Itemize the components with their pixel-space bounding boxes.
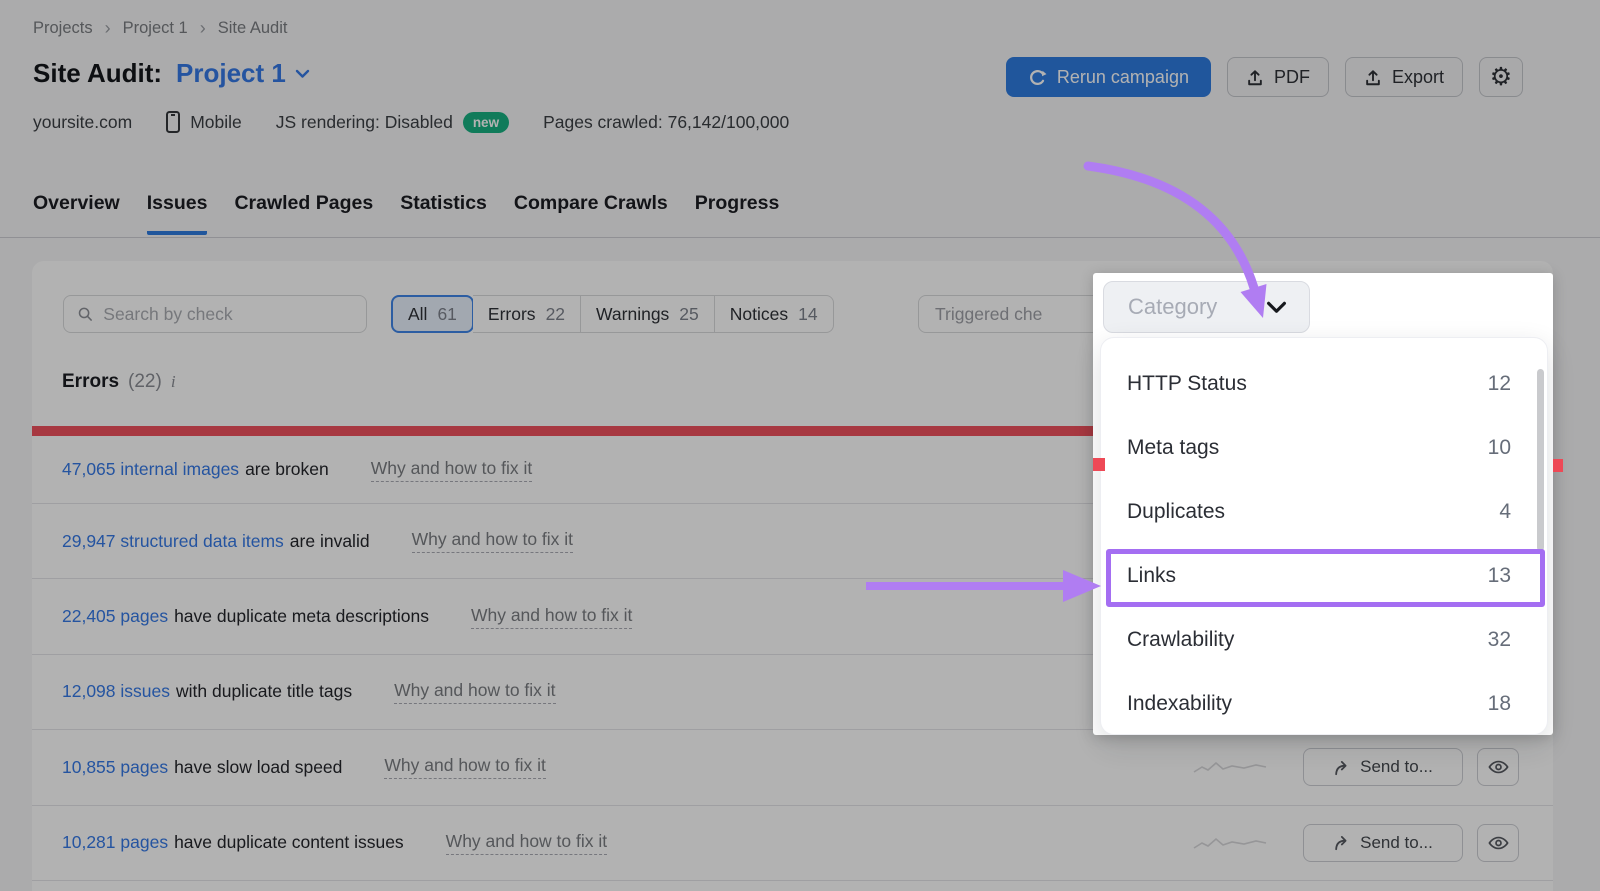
filter-warnings[interactable]: Warnings 25 <box>581 295 715 333</box>
tab-overview[interactable]: Overview <box>33 192 120 235</box>
trend-sparkline-icon <box>1193 837 1267 849</box>
why-how-to-fix-link[interactable]: Why and how to fix it <box>411 529 574 554</box>
tabs-divider <box>0 237 1600 238</box>
severity-filter: All 61 Errors 22 Warnings 25 Notices 14 <box>391 295 834 333</box>
issue-text: are invalid <box>289 530 370 551</box>
filter-notices[interactable]: Notices 14 <box>714 295 834 333</box>
issue-text: with duplicate title tags <box>176 681 353 702</box>
page-title-row: Site Audit: Project 1 <box>33 58 310 89</box>
pdf-button[interactable]: PDF <box>1226 57 1329 97</box>
banner-red-accent <box>1553 459 1563 472</box>
issue-text: have slow load speed <box>174 756 343 777</box>
export-button[interactable]: Export <box>1344 57 1463 97</box>
filter-all[interactable]: All 61 <box>391 295 474 333</box>
upload-icon <box>1366 69 1380 85</box>
issue-link[interactable]: 29,947 structured data items <box>62 531 284 552</box>
issue-text: have duplicate content issues <box>174 832 404 853</box>
eye-icon <box>1487 761 1509 774</box>
errors-title: Errors <box>62 371 120 392</box>
issue-row: 10,855 pages have slow load speed Why an… <box>32 730 1553 806</box>
send-arrow-icon <box>1335 760 1347 776</box>
rerun-campaign-button[interactable]: Rerun campaign <box>1005 57 1211 97</box>
category-spotlight: Category HTTP Status 12 Meta tags 10 Dup… <box>1093 273 1553 735</box>
issue-link[interactable]: 22,405 pages <box>62 606 168 627</box>
site-domain: yoursite.com <box>33 111 133 132</box>
filter-errors[interactable]: Errors 22 <box>472 295 582 333</box>
issue-link[interactable]: 10,855 pages <box>62 757 168 778</box>
send-arrow-icon <box>1335 836 1347 851</box>
errors-count: (22) <box>128 371 162 392</box>
breadcrumb: Projects › Project 1 › Site Audit <box>33 18 287 39</box>
info-icon[interactable]: i <box>171 372 176 392</box>
mobile-phone-icon <box>166 111 181 133</box>
issue-link[interactable]: 10,281 pages <box>62 832 168 853</box>
hide-issue-button[interactable] <box>1477 823 1519 862</box>
issue-link[interactable]: 12,098 issues <box>62 681 170 702</box>
breadcrumb-separator-icon: › <box>104 18 111 38</box>
pages-crawled: Pages crawled: 76,142/100,000 <box>543 111 790 132</box>
page-title: Site Audit: <box>33 58 163 88</box>
why-how-to-fix-link[interactable]: Why and how to fix it <box>370 458 533 482</box>
audit-tabs: Overview Issues Crawled Pages Statistics… <box>33 192 779 235</box>
why-how-to-fix-link[interactable]: Why and how to fix it <box>445 831 608 855</box>
trend-sparkline-icon <box>1193 762 1267 774</box>
send-to-button[interactable]: Send to... <box>1303 748 1463 787</box>
gear-icon: ⚙ <box>1489 63 1513 91</box>
triggered-checks-filter[interactable]: Triggered che <box>918 295 1108 333</box>
issue-text: have duplicate meta descriptions <box>174 606 429 627</box>
refresh-icon <box>1029 69 1047 85</box>
tab-progress[interactable]: Progress <box>695 192 780 235</box>
errors-section-header: Errors (22) i <box>62 371 176 393</box>
header-actions: Rerun campaign PDF Export ⚙ <box>1005 57 1523 97</box>
menu-item-meta-tags[interactable]: Meta tags 10 <box>1101 416 1547 480</box>
tab-issues[interactable]: Issues <box>146 192 208 235</box>
tab-crawled-pages[interactable]: Crawled Pages <box>234 192 373 235</box>
campaign-meta: yoursite.com Mobile JS rendering: Disabl… <box>33 111 789 133</box>
tab-compare-crawls[interactable]: Compare Crawls <box>514 192 668 235</box>
settings-button[interactable]: ⚙ <box>1479 57 1523 97</box>
breadcrumb-projects[interactable]: Projects <box>33 19 93 38</box>
eye-icon <box>1487 836 1509 850</box>
device-type: Mobile <box>166 111 242 133</box>
project-selector[interactable]: Project 1 <box>176 58 310 89</box>
hide-issue-button[interactable] <box>1477 748 1519 787</box>
breadcrumb-separator-icon: › <box>199 18 206 38</box>
js-rendering-status: JS rendering: Disabled new <box>276 111 510 133</box>
search-icon <box>78 307 92 321</box>
menu-item-http-status[interactable]: HTTP Status 12 <box>1101 352 1547 416</box>
menu-scrollbar[interactable] <box>1537 369 1544 551</box>
why-how-to-fix-link[interactable]: Why and how to fix it <box>394 680 556 704</box>
issue-text: are broken <box>245 459 329 479</box>
category-dropdown-menu: HTTP Status 12 Meta tags 10 Duplicates 4… <box>1100 337 1548 735</box>
banner-red-accent <box>1093 458 1105 471</box>
chevron-down-icon <box>1267 301 1286 313</box>
upload-icon <box>1248 69 1262 85</box>
project-selector-label: Project 1 <box>176 58 286 88</box>
issue-row: 10,281 pages have duplicate content issu… <box>32 806 1553 881</box>
breadcrumb-project-1[interactable]: Project 1 <box>123 19 188 38</box>
menu-item-links[interactable]: Links 13 <box>1101 544 1547 608</box>
menu-item-duplicates[interactable]: Duplicates 4 <box>1101 480 1547 544</box>
search-input[interactable] <box>103 303 353 325</box>
project-dropdown-chevron-icon <box>295 69 310 78</box>
search-by-check <box>63 295 367 333</box>
menu-item-crawlability[interactable]: Crawlability 32 <box>1101 608 1547 672</box>
breadcrumb-site-audit: Site Audit <box>217 19 288 37</box>
send-to-button[interactable]: Send to... <box>1303 823 1463 862</box>
tab-statistics[interactable]: Statistics <box>400 192 487 235</box>
why-how-to-fix-link[interactable]: Why and how to fix it <box>470 605 633 629</box>
menu-item-indexability[interactable]: Indexability 18 <box>1101 672 1547 734</box>
category-dropdown-button[interactable]: Category <box>1103 281 1310 333</box>
why-how-to-fix-link[interactable]: Why and how to fix it <box>384 755 546 780</box>
issue-link[interactable]: 47,065 internal images <box>62 459 239 480</box>
new-badge: new <box>462 111 510 133</box>
